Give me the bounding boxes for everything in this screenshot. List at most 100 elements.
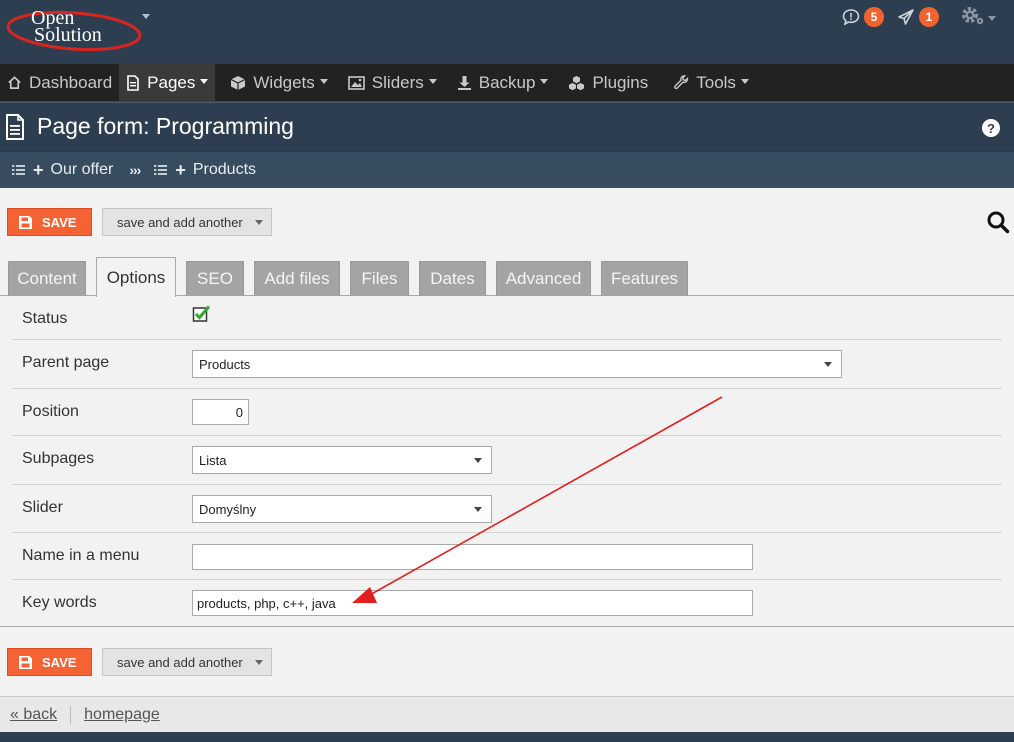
status-label: Status: [22, 310, 68, 327]
homepage-link[interactable]: homepage: [84, 706, 160, 724]
form-tabs: Content Options SEO Add files Files Date…: [0, 257, 1014, 297]
footer-links: « back homepage: [0, 696, 1014, 732]
breadcrumb: + Our offer ››› + Products: [0, 151, 1014, 188]
save-and-add-another-button[interactable]: save and add another: [102, 208, 272, 236]
footer-divider: [70, 705, 72, 724]
tab-advanced[interactable]: Advanced: [496, 261, 591, 296]
nav-sliders[interactable]: Sliders: [341, 64, 444, 101]
save-button[interactable]: SAVE: [7, 208, 92, 236]
tab-files[interactable]: Files: [350, 261, 409, 296]
messages-notification[interactable]: 5: [842, 6, 884, 28]
help-icon[interactable]: ?: [982, 119, 1000, 137]
keywords-input[interactable]: products, php, c++, java: [192, 590, 753, 616]
keywords-label: Key words: [22, 594, 97, 611]
chevron-down-icon: [540, 78, 549, 84]
plus-icon: +: [33, 159, 44, 180]
position-value: 0: [235, 404, 243, 420]
tab-dates[interactable]: Dates: [419, 261, 486, 296]
nav-plugins[interactable]: Plugins: [561, 64, 655, 101]
menu-name-input[interactable]: [192, 544, 753, 570]
chevron-down-icon: [474, 507, 482, 512]
download-icon: [457, 75, 471, 90]
cubes-icon: [569, 75, 585, 90]
position-label: Position: [22, 403, 79, 420]
parent-page-select[interactable]: Products: [192, 350, 842, 378]
page-icon: [127, 74, 139, 91]
save-and-add-another-label: save and add another: [117, 214, 243, 230]
slider-value: Domyślny: [199, 501, 257, 517]
slider-select[interactable]: Domyślny: [192, 495, 492, 523]
form-row-status: Status: [12, 296, 1002, 340]
gears-icon: [962, 7, 984, 25]
logo-dropdown-icon[interactable]: [142, 14, 150, 19]
tab-content[interactable]: Content: [8, 261, 86, 296]
save-button-label: SAVE: [42, 654, 77, 670]
tab-add-files[interactable]: Add files: [254, 261, 340, 296]
open-solution-logo[interactable]: Open Solution: [4, 2, 144, 58]
tab-features[interactable]: Features: [601, 261, 688, 296]
position-input[interactable]: 0: [192, 399, 249, 425]
chevron-down-icon: [428, 78, 437, 84]
image-icon: [347, 75, 365, 90]
floppy-disk-icon: [19, 215, 32, 229]
nav-dashboard-label: Dashboard: [29, 72, 113, 92]
checkbox-checked-icon: [192, 305, 211, 322]
settings-menu[interactable]: [960, 5, 996, 27]
alerts-badge: 1: [919, 7, 939, 27]
nav-widgets-label: Widgets: [253, 72, 315, 92]
subpages-value: Lista: [199, 452, 227, 468]
save-and-add-another-button-bottom[interactable]: save and add another: [102, 648, 272, 676]
cube-icon: [231, 75, 246, 90]
breadcrumb-item-products[interactable]: + Products: [154, 160, 256, 181]
chevron-down-icon: [319, 78, 328, 84]
chevron-down-icon: [740, 78, 749, 84]
nav-plugins-label: Plugins: [592, 72, 649, 92]
list-icon: [154, 164, 168, 176]
tab-options[interactable]: Options: [96, 257, 176, 297]
bottom-strip: [0, 732, 1014, 742]
list-icon: [12, 164, 25, 176]
top-header: Open Solution 5 1: [0, 0, 1014, 64]
keywords-value: products, php, c++, java: [197, 595, 336, 611]
page-icon: [5, 114, 25, 145]
main-nav: Dashboard Pages Widgets Sliders Backup P…: [0, 64, 1014, 102]
nav-pages[interactable]: Pages: [119, 64, 216, 101]
nav-widgets[interactable]: Widgets: [223, 64, 334, 101]
chevron-down-icon: [200, 78, 209, 84]
nav-backup[interactable]: Backup: [450, 64, 556, 101]
nav-tools[interactable]: Tools: [667, 64, 756, 101]
nav-dashboard[interactable]: Dashboard: [0, 64, 119, 101]
slider-label: Slider: [22, 499, 63, 516]
alerts-notification[interactable]: 1: [897, 6, 939, 28]
plus-icon: +: [175, 159, 186, 180]
nav-pages-label: Pages: [147, 72, 196, 92]
breadcrumb-item-our-offer[interactable]: + Our offer: [12, 160, 113, 181]
form-row-position: Position 0: [12, 389, 1002, 436]
form-row-keywords: Key words products, php, c++, java: [12, 580, 1002, 626]
wrench-icon: [674, 75, 689, 90]
save-button-bottom[interactable]: SAVE: [7, 648, 92, 676]
form-row-menu-name: Name in a menu: [12, 533, 1002, 580]
logo-text-solution: Solution: [34, 24, 102, 46]
parent-page-value: Products: [199, 356, 251, 372]
form-row-subpages: Subpages Lista: [12, 436, 1002, 485]
chevron-down-icon: [254, 219, 263, 225]
status-checkbox[interactable]: [192, 304, 211, 328]
menu-name-label: Name in a menu: [22, 547, 140, 564]
nav-backup-label: Backup: [478, 72, 536, 92]
options-form: Status Parent page Products Position 0 S…: [0, 296, 1014, 627]
form-row-slider: Slider Domyślny: [12, 485, 1002, 533]
chevron-down-icon: [474, 458, 482, 463]
tab-seo[interactable]: SEO: [186, 261, 244, 296]
save-and-add-another-label: save and add another: [117, 654, 243, 670]
page-title-bar: Page form: Programming ?: [0, 102, 1014, 151]
breadcrumb-label: Products: [192, 161, 257, 178]
breadcrumb-separator: ›››: [129, 162, 141, 178]
page-title: Page form: Programming: [37, 113, 294, 139]
back-link[interactable]: « back: [10, 706, 57, 724]
breadcrumb-label: Our offer: [50, 161, 114, 178]
nav-sliders-label: Sliders: [371, 72, 424, 92]
search-icon[interactable]: [986, 210, 1010, 239]
parent-page-label: Parent page: [22, 354, 110, 371]
subpages-select[interactable]: Lista: [192, 446, 492, 474]
